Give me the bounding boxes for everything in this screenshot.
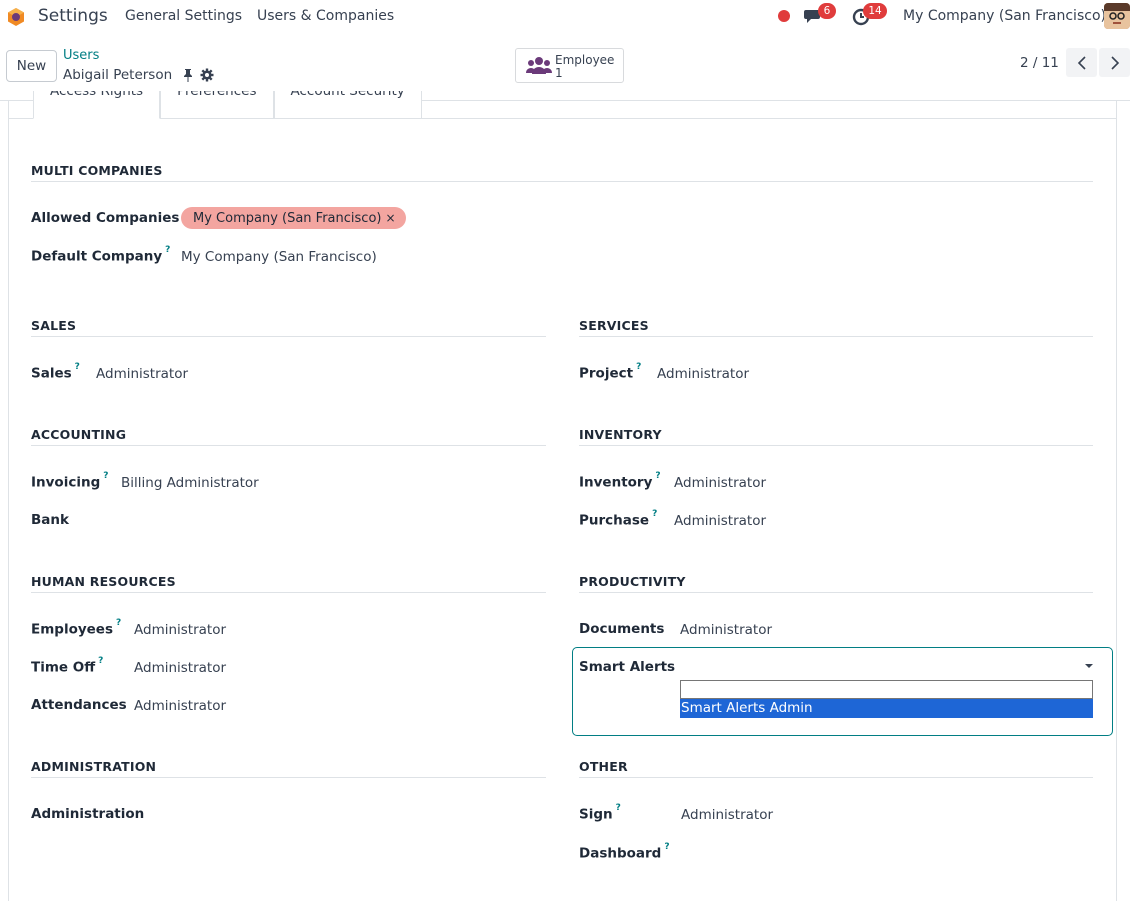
chevron-right-icon bbox=[1110, 55, 1119, 70]
invoicing-value[interactable]: Billing Administrator bbox=[121, 475, 259, 491]
dropdown-caret-icon[interactable] bbox=[1085, 664, 1093, 668]
default-company-value[interactable]: My Company (San Francisco) bbox=[181, 249, 377, 265]
default-company-label: Default Company? bbox=[31, 245, 170, 265]
menu-users-companies[interactable]: Users & Companies bbox=[257, 8, 394, 24]
section-rule bbox=[579, 336, 1093, 337]
tag-text: My Company (San Francisco) bbox=[193, 211, 382, 226]
status-dot-icon[interactable] bbox=[778, 10, 790, 22]
smart-alerts-label: Smart Alerts bbox=[579, 659, 676, 675]
purchase-label-text: Purchase bbox=[579, 512, 650, 529]
project-value[interactable]: Administrator bbox=[657, 366, 749, 382]
project-label: Project? bbox=[579, 362, 641, 382]
help-icon[interactable]: ? bbox=[116, 618, 121, 628]
default-company-label-text: Default Company bbox=[31, 248, 163, 265]
section-rule bbox=[31, 777, 546, 778]
section-rule bbox=[579, 445, 1093, 446]
sign-value[interactable]: Administrator bbox=[681, 807, 773, 823]
help-icon[interactable]: ? bbox=[98, 656, 103, 666]
help-icon[interactable]: ? bbox=[103, 471, 108, 481]
attendances-label: Attendances bbox=[31, 697, 127, 713]
section-rule bbox=[31, 181, 1093, 182]
help-icon[interactable]: ? bbox=[75, 362, 80, 372]
notebook-tabs: Access Rights Preferences Account Securi… bbox=[33, 91, 422, 119]
allowed-company-tag[interactable]: My Company (San Francisco) × bbox=[181, 207, 406, 229]
app-logo-icon[interactable] bbox=[6, 7, 26, 27]
chevron-left-icon bbox=[1077, 55, 1086, 70]
users-icon bbox=[526, 57, 552, 74]
app-title[interactable]: Settings bbox=[38, 6, 108, 26]
dashboard-label: Dashboard? bbox=[579, 842, 670, 862]
employees-value[interactable]: Administrator bbox=[134, 622, 226, 638]
company-switcher[interactable]: My Company (San Francisco) bbox=[903, 8, 1106, 24]
inventory-label: Inventory? bbox=[579, 471, 661, 491]
help-icon[interactable]: ? bbox=[165, 245, 170, 255]
dashboard-label-text: Dashboard bbox=[579, 845, 662, 862]
sign-label-text: Sign bbox=[579, 806, 613, 823]
sales-label-text: Sales bbox=[31, 365, 72, 382]
help-icon[interactable]: ? bbox=[652, 509, 657, 519]
allowed-companies-label: Allowed Companies bbox=[31, 210, 180, 226]
new-button[interactable]: New bbox=[6, 50, 57, 82]
breadcrumb-current: Abigail Peterson bbox=[63, 67, 173, 83]
section-human-resources-title: HUMAN RESOURCES bbox=[31, 574, 176, 589]
top-navbar: Settings General Settings Users & Compan… bbox=[0, 0, 1130, 33]
section-services-title: SERVICES bbox=[579, 318, 649, 333]
section-sales-title: SALES bbox=[31, 318, 77, 333]
section-rule bbox=[579, 777, 1093, 778]
section-rule bbox=[31, 336, 546, 337]
tab-access-rights[interactable]: Access Rights bbox=[33, 91, 161, 119]
timeoff-label: Time Off? bbox=[31, 656, 103, 676]
inventory-value[interactable]: Administrator bbox=[674, 475, 766, 491]
smart-button-value: 1 bbox=[555, 66, 563, 80]
section-productivity-title: PRODUCTIVITY bbox=[579, 574, 686, 589]
documents-label: Documents bbox=[579, 621, 665, 637]
invoicing-label: Invoicing? bbox=[31, 471, 108, 491]
user-avatar[interactable] bbox=[1104, 3, 1130, 29]
purchase-value[interactable]: Administrator bbox=[674, 513, 766, 529]
gear-icon[interactable] bbox=[200, 68, 214, 82]
sales-label: Sales? bbox=[31, 362, 80, 382]
inventory-label-text: Inventory bbox=[579, 474, 653, 491]
pin-icon[interactable] bbox=[182, 68, 194, 82]
pager-previous-button[interactable] bbox=[1066, 48, 1097, 77]
section-rule bbox=[31, 445, 546, 446]
tab-account-security[interactable]: Account Security bbox=[273, 91, 422, 119]
activities-badge: 14 bbox=[863, 3, 887, 19]
sign-label: Sign? bbox=[579, 803, 621, 823]
menu-general-settings[interactable]: General Settings bbox=[125, 8, 242, 24]
project-label-text: Project bbox=[579, 365, 634, 382]
breadcrumb-users[interactable]: Users bbox=[63, 48, 99, 63]
smart-button-label: Employee bbox=[555, 53, 615, 67]
help-icon[interactable]: ? bbox=[616, 803, 621, 813]
tab-preferences[interactable]: Preferences bbox=[160, 91, 274, 119]
employee-smart-button[interactable]: Employee 1 bbox=[515, 48, 624, 83]
section-administration-title: ADMINISTRATION bbox=[31, 759, 157, 774]
employees-label-text: Employees bbox=[31, 621, 114, 638]
purchase-label: Purchase? bbox=[579, 509, 657, 529]
messages-badge: 6 bbox=[818, 3, 836, 19]
section-other-title: OTHER bbox=[579, 759, 628, 774]
section-accounting-title: ACCOUNTING bbox=[31, 427, 127, 442]
invoicing-label-text: Invoicing bbox=[31, 474, 101, 491]
section-rule bbox=[579, 592, 1093, 593]
timeoff-label-text: Time Off bbox=[31, 659, 96, 676]
section-inventory-title: INVENTORY bbox=[579, 427, 662, 442]
administration-label: Administration bbox=[31, 806, 145, 822]
timeoff-value[interactable]: Administrator bbox=[134, 660, 226, 676]
section-rule bbox=[31, 592, 546, 593]
help-icon[interactable]: ? bbox=[655, 471, 660, 481]
tag-remove-icon[interactable]: × bbox=[385, 211, 395, 225]
pager-value[interactable]: 2 / 11 bbox=[1020, 55, 1059, 71]
smart-alerts-select[interactable] bbox=[680, 680, 1093, 699]
attendances-value[interactable]: Administrator bbox=[134, 698, 226, 714]
help-icon[interactable]: ? bbox=[636, 362, 641, 372]
smart-alerts-option[interactable]: Smart Alerts Admin bbox=[680, 699, 1093, 718]
help-icon[interactable]: ? bbox=[664, 842, 669, 852]
bank-label: Bank bbox=[31, 512, 69, 528]
section-multi-companies-title: MULTI COMPANIES bbox=[31, 163, 163, 178]
employees-label: Employees? bbox=[31, 618, 121, 638]
pager-next-button[interactable] bbox=[1099, 48, 1130, 77]
sales-value[interactable]: Administrator bbox=[96, 366, 188, 382]
documents-value[interactable]: Administrator bbox=[680, 622, 772, 638]
